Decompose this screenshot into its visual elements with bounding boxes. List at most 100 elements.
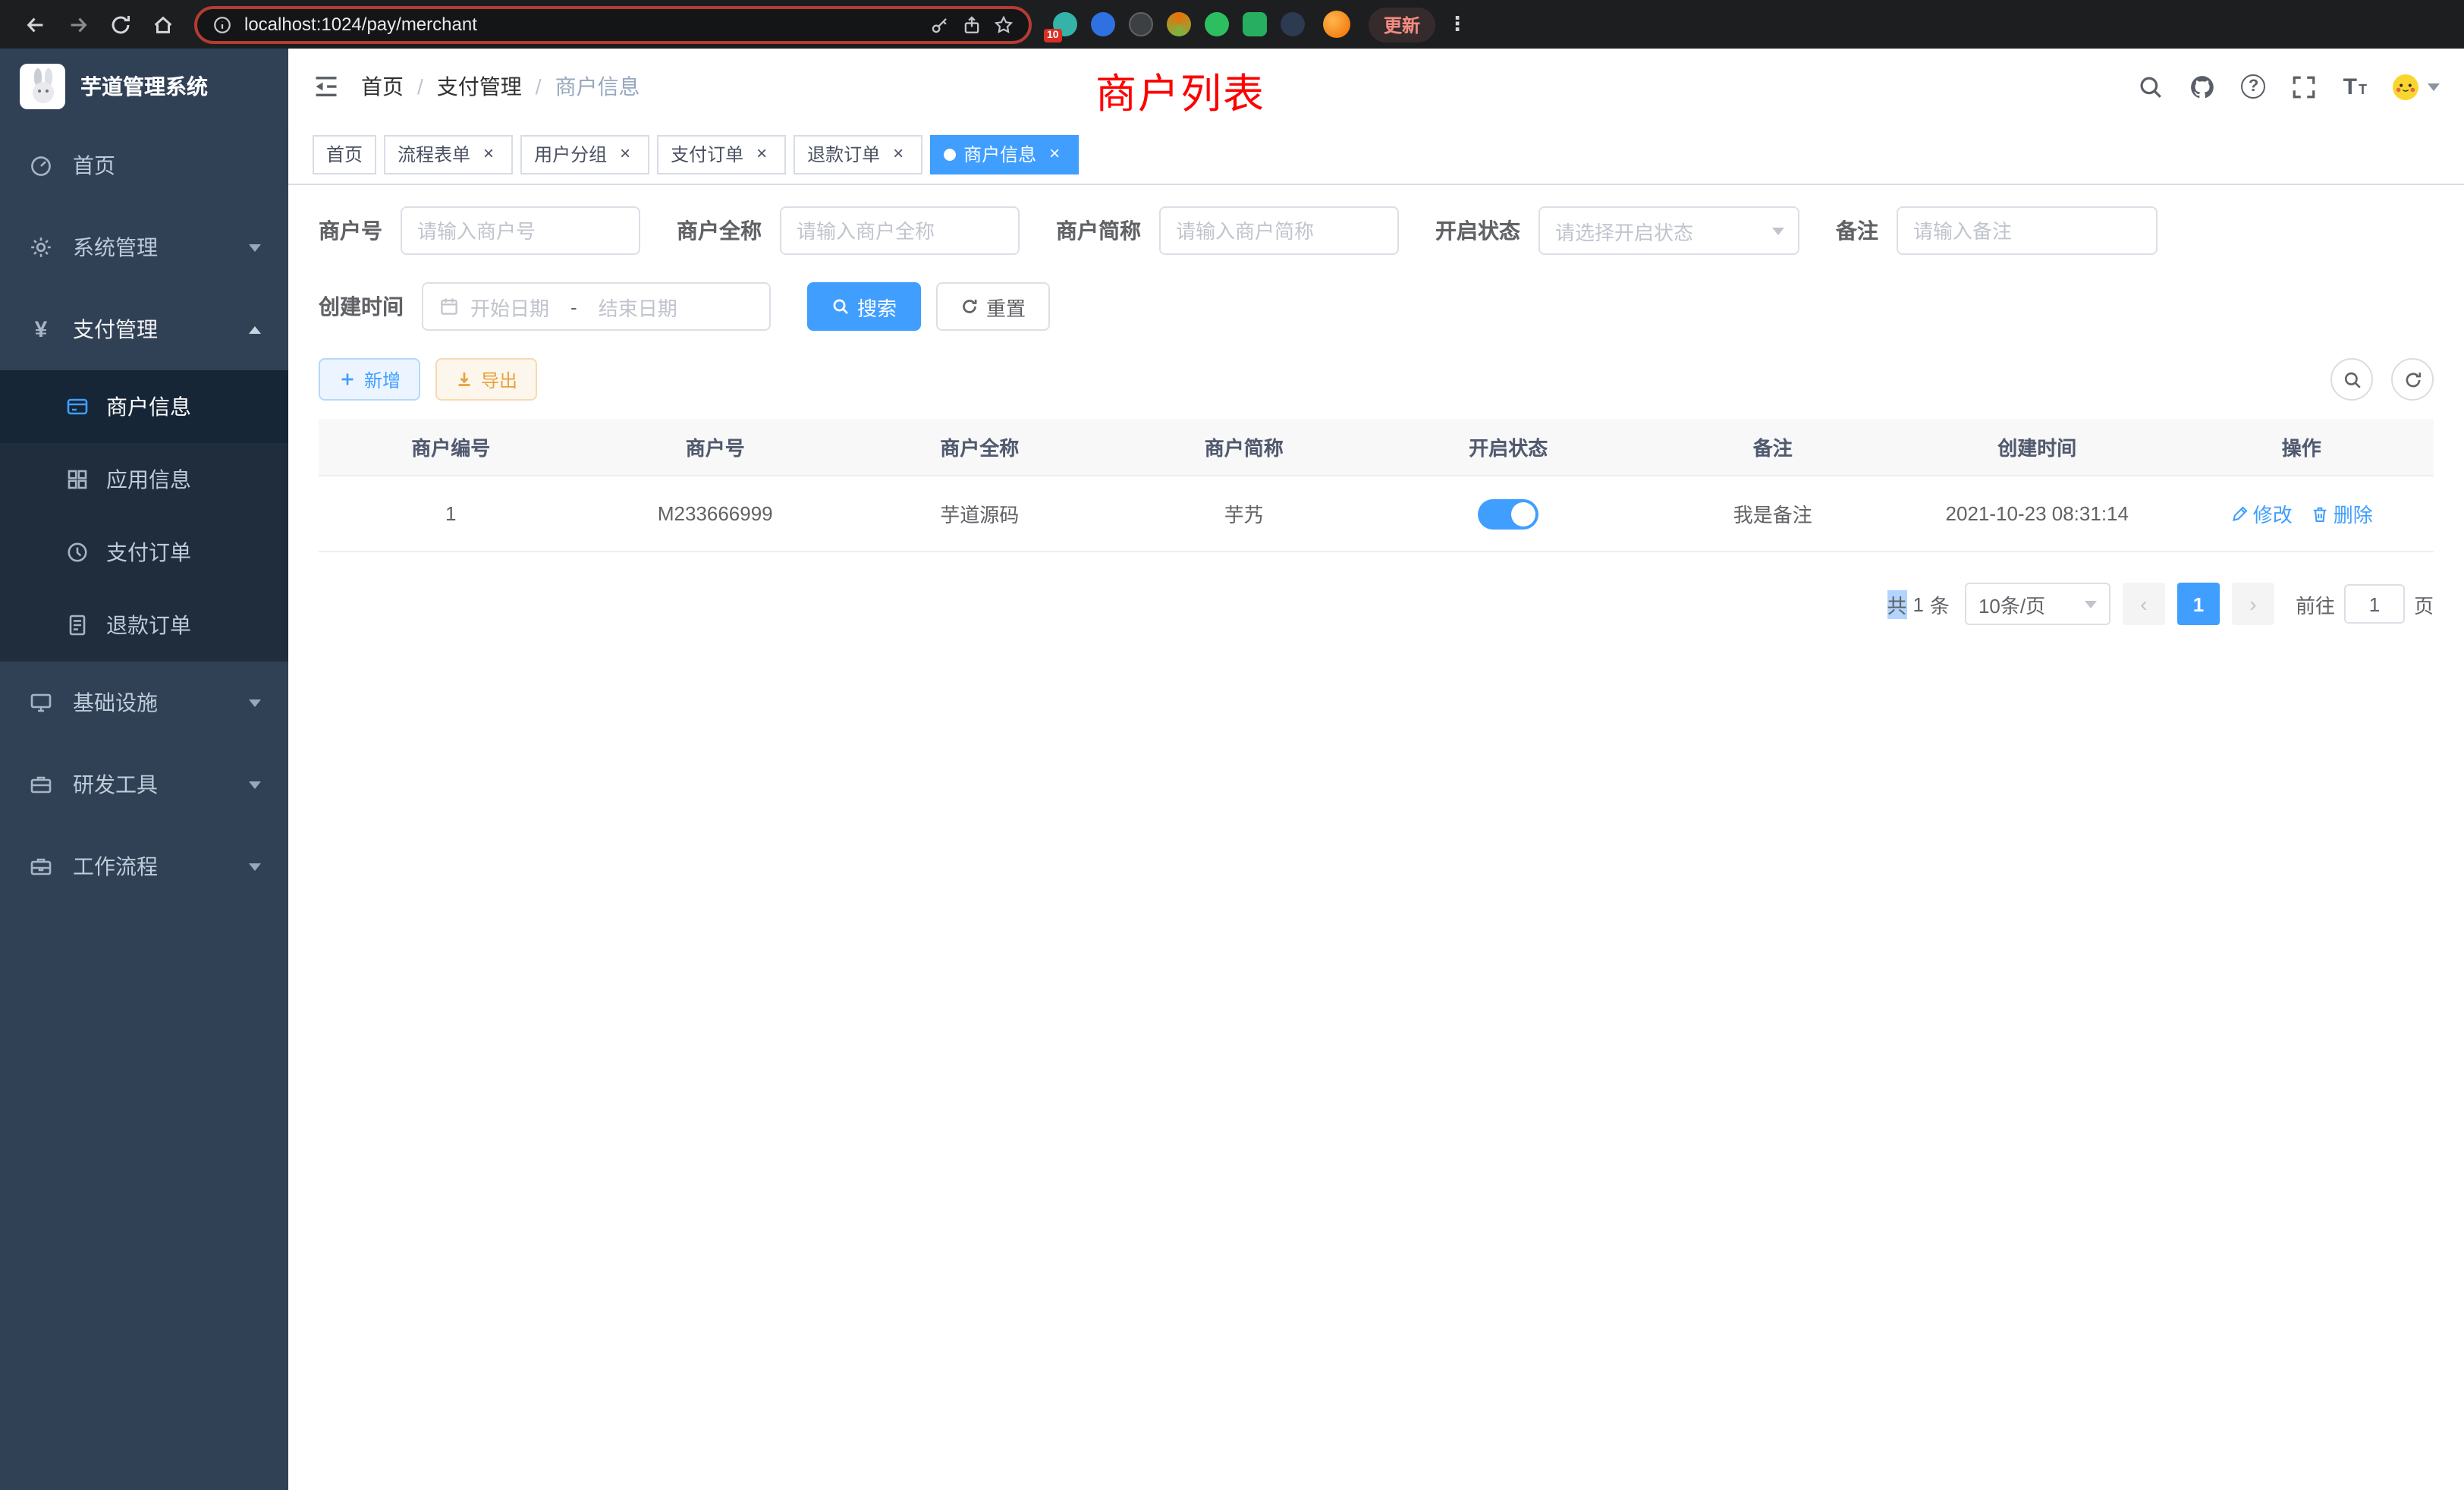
sidebar-item-home[interactable]: 首页 (0, 124, 288, 206)
tab-home[interactable]: 首页 (313, 134, 376, 174)
delete-link[interactable]: 删除 (2311, 499, 2373, 528)
tab-process-form[interactable]: 流程表单 × (384, 134, 513, 174)
refresh-icon (2403, 369, 2422, 389)
goto-page-input[interactable] (2344, 584, 2405, 624)
col-actions: 操作 (2170, 432, 2434, 461)
extension-icon-4[interactable] (1167, 12, 1191, 36)
tab-refund-order[interactable]: 退款订单 × (794, 134, 922, 174)
document-icon (64, 613, 91, 637)
browser-menu-icon[interactable]: ⋮ (1447, 12, 1467, 36)
close-icon[interactable]: × (478, 143, 499, 165)
browser-reload-icon[interactable] (100, 6, 140, 42)
browser-forward-icon[interactable] (58, 6, 97, 42)
navbar-actions: ? TT (2139, 74, 2440, 99)
next-page-button[interactable]: › (2232, 583, 2274, 625)
chevron-down-icon (249, 863, 261, 870)
user-menu[interactable] (2393, 74, 2440, 99)
sidebar-item-payment[interactable]: ¥ 支付管理 (0, 288, 288, 370)
cell-remark: 我是备注 (1641, 499, 1906, 528)
sidebar-item-system[interactable]: 系统管理 (0, 206, 288, 288)
search-icon[interactable] (2139, 74, 2164, 99)
breadcrumb-section[interactable]: 支付管理 (437, 71, 522, 102)
close-icon[interactable]: × (888, 143, 909, 165)
filter-full-name: 商户全称 (677, 206, 1020, 255)
search-icon (831, 297, 850, 316)
search-button[interactable]: 搜索 (807, 282, 921, 331)
merchant-no-input[interactable] (417, 219, 624, 242)
browser-home-icon[interactable] (143, 6, 182, 42)
show-search-toggle-button[interactable] (2330, 358, 2373, 401)
breadcrumb-separator: / (417, 74, 423, 99)
share-icon[interactable] (962, 14, 982, 34)
main-area: 首页 / 支付管理 / 商户信息 商户列表 ? (288, 49, 2464, 1490)
remark-input[interactable] (1913, 219, 2141, 242)
tags-view: 首页 流程表单 × 用户分组 × 支付订单 × 退款订单 × (288, 124, 2464, 185)
sidebar-item-devtools[interactable]: 研发工具 (0, 743, 288, 825)
close-icon[interactable]: × (751, 143, 772, 165)
export-button[interactable]: 导出 (435, 358, 537, 401)
app-logo-row[interactable]: 芋道管理系统 (0, 49, 288, 124)
extension-icon-1[interactable]: 10 (1053, 12, 1077, 36)
reset-button[interactable]: 重置 (936, 282, 1050, 331)
prev-page-button[interactable]: ‹ (2123, 583, 2165, 625)
extension-icon-3[interactable] (1129, 12, 1153, 36)
browser-profile-avatar[interactable] (1323, 11, 1350, 38)
browser-update-button[interactable]: 更新 (1369, 7, 1435, 42)
sidebar-item-merchant-info[interactable]: 商户信息 (0, 370, 288, 443)
page-number-1[interactable]: 1 (2177, 583, 2220, 625)
user-avatar (2393, 74, 2418, 99)
filter-row-2: 创建时间 开始日期 - 结束日期 搜索 (319, 282, 2434, 331)
status-select[interactable]: 请选择开启状态 (1538, 206, 1799, 255)
address-bar[interactable]: localhost:1024/pay/merchant (194, 5, 1032, 43)
sidebar-item-pay-order[interactable]: 支付订单 (0, 516, 288, 589)
close-icon[interactable]: × (614, 143, 636, 165)
tab-pay-order[interactable]: 支付订单 × (657, 134, 786, 174)
sidebar-fold-icon[interactable] (313, 73, 340, 100)
fullscreen-icon[interactable] (2292, 74, 2318, 99)
sidebar-item-infra[interactable]: 基础设施 (0, 662, 288, 743)
merchant-table: 商户编号 商户号 商户全称 商户简称 开启状态 备注 创建时间 操作 1 M23… (319, 419, 2434, 552)
add-button[interactable]: 新增 (319, 358, 420, 401)
extension-icon-6[interactable] (1243, 12, 1267, 36)
tab-merchant-info[interactable]: 商户信息 × (930, 134, 1079, 174)
site-info-icon[interactable] (212, 14, 232, 34)
filter-merchant-no: 商户号 (319, 206, 640, 255)
browser-back-icon[interactable] (15, 6, 55, 42)
table-toolbar: 新增 导出 (319, 358, 2434, 401)
extension-icon-5[interactable] (1205, 12, 1229, 36)
sidebar-menu: 首页 系统管理 ¥ 支付管理 (0, 124, 288, 907)
breadcrumb-home[interactable]: 首页 (361, 71, 404, 102)
status-toggle[interactable] (1478, 498, 1538, 529)
sidebar-item-app-info[interactable]: 应用信息 (0, 443, 288, 516)
page-size-select[interactable]: 10条/页 (1965, 583, 2110, 625)
search-icon (2342, 369, 2362, 389)
cell-merchant-id: 1 (319, 502, 583, 525)
help-icon[interactable]: ? (2242, 74, 2266, 99)
page-content: 商户号 商户全称 商户简称 开启状态 请选择开启状态 (288, 185, 2464, 1490)
github-icon[interactable] (2190, 74, 2216, 99)
browser-toolbar: localhost:1024/pay/merchant 10 更新 ⋮ (0, 0, 2464, 49)
password-key-icon[interactable] (930, 14, 950, 34)
grid-icon (64, 467, 91, 492)
close-icon[interactable]: × (1044, 143, 1065, 165)
breadcrumb: 首页 / 支付管理 / 商户信息 (361, 71, 640, 102)
refresh-table-button[interactable] (2391, 358, 2434, 401)
full-name-input[interactable] (797, 219, 1003, 242)
screen: localhost:1024/pay/merchant 10 更新 ⋮ (0, 0, 2464, 1490)
monitor-icon (27, 690, 55, 715)
col-create-time: 创建时间 (1905, 432, 2170, 461)
edit-link[interactable]: 修改 (2230, 499, 2293, 528)
date-range-picker[interactable]: 开始日期 - 结束日期 (422, 282, 771, 331)
sidebar-item-refund-order[interactable]: 退款订单 (0, 589, 288, 662)
cell-merchant-no: M233666999 (583, 502, 848, 525)
calendar-icon (438, 296, 460, 317)
sidebar-item-workflow[interactable]: 工作流程 (0, 825, 288, 907)
bookmark-star-icon[interactable] (994, 14, 1014, 34)
tab-user-group[interactable]: 用户分组 × (520, 134, 649, 174)
extension-icon-7[interactable] (1281, 12, 1305, 36)
short-name-input[interactable] (1176, 219, 1382, 242)
yen-icon: ¥ (27, 316, 55, 342)
extension-icon-2[interactable] (1091, 12, 1115, 36)
cell-create-time: 2021-10-23 08:31:14 (1905, 502, 2170, 525)
font-size-icon[interactable]: TT (2343, 74, 2367, 99)
